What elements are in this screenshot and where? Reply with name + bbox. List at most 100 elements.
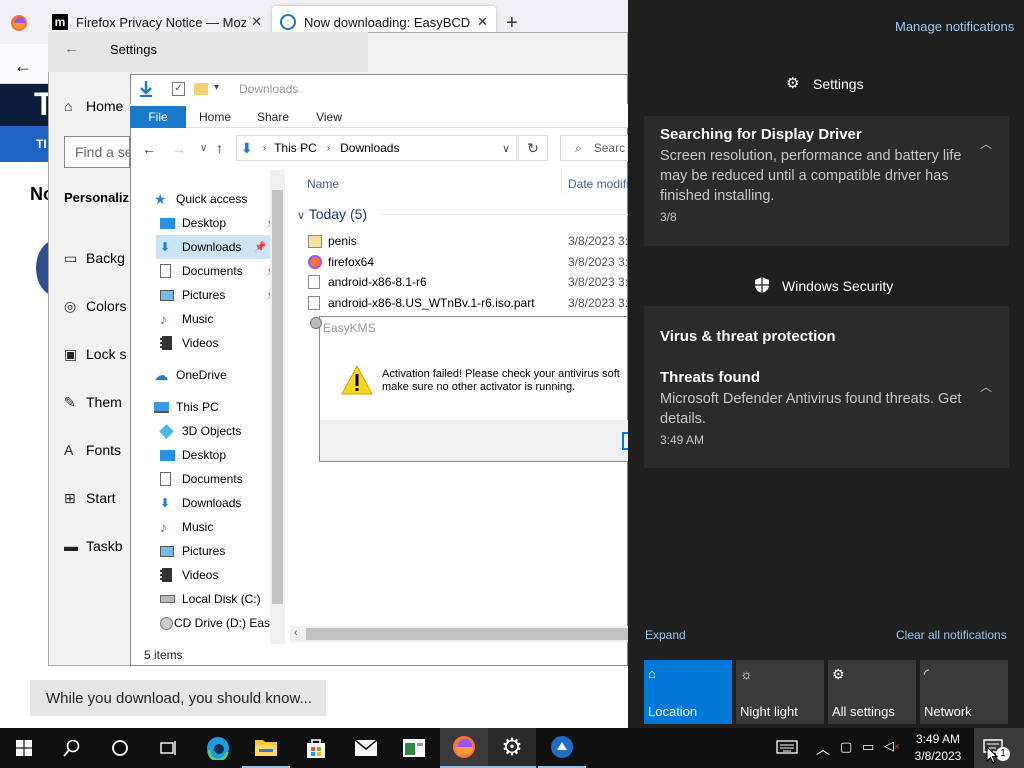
collapse-chevron-icon[interactable]: ︿	[980, 378, 992, 395]
horizontal-scrollbar-thumb[interactable]	[306, 628, 628, 640]
settings-item-fonts[interactable]: A Fonts	[64, 440, 121, 460]
music-icon: ♪	[160, 519, 167, 535]
nav-pc-desktop[interactable]: Desktop	[160, 443, 226, 467]
expand-quick-actions-link[interactable]: Expand	[645, 628, 686, 642]
file-row[interactable]: penis	[308, 231, 357, 251]
download-banner[interactable]: While you download, you should know...	[30, 680, 326, 716]
refresh-icon[interactable]: ↻	[518, 135, 548, 161]
action-center-button[interactable]: 1	[974, 728, 1024, 768]
settings-item-taskbar[interactable]: ▬ Taskb	[64, 536, 123, 556]
taskbar-app-window[interactable]	[390, 728, 438, 768]
group-header-today[interactable]: ∨ Today (5)	[297, 206, 367, 222]
settings-item-colors[interactable]: ◎ Colors	[64, 296, 126, 316]
nav-pc-3d-objects[interactable]: 3D Objects	[159, 419, 241, 443]
explorer-search-input[interactable]: ⌕ Searc	[560, 135, 628, 161]
nav-pc-downloads[interactable]: ⬇ Downloads	[160, 491, 241, 515]
column-header-name[interactable]: Name	[307, 177, 339, 191]
pictures-icon	[160, 289, 174, 301]
nav-this-pc[interactable]: This PC	[154, 395, 219, 419]
properties-checkbox-icon[interactable]: ✓	[172, 82, 185, 96]
settings-item-themes[interactable]: ✎ Them	[64, 392, 122, 412]
taskbar-mail[interactable]	[342, 728, 390, 768]
taskbar-store[interactable]	[292, 728, 340, 768]
settings-item-lockscreen[interactable]: ▣ Lock s	[64, 344, 126, 364]
mouse-cursor-icon	[986, 746, 998, 764]
drive-icon	[160, 595, 175, 603]
settings-item-background[interactable]: ▭ Backg	[64, 248, 125, 268]
task-view-icon	[160, 741, 176, 755]
breadcrumb-this-pc[interactable]: This PC	[274, 141, 317, 155]
scroll-left-icon[interactable]: ‹	[294, 627, 298, 639]
taskbar-edge[interactable]	[194, 728, 242, 768]
start-button[interactable]	[0, 728, 48, 768]
cube-icon	[159, 423, 174, 439]
settings-item-start[interactable]: ⊞ Start	[64, 488, 116, 508]
new-folder-icon[interactable]	[194, 83, 208, 95]
task-view-button[interactable]	[144, 728, 192, 768]
column-header-date[interactable]: Date modifi	[568, 177, 629, 191]
file-row[interactable]: android-x86-8.US_WTnBv.1-r6.iso.part	[308, 293, 535, 313]
nav-quick-downloads[interactable]: ⬇ Downloads 📌	[156, 235, 270, 259]
ribbon-tab-home[interactable]: Home	[192, 106, 238, 128]
network-tray-icon[interactable]: ▭	[862, 739, 874, 755]
nav-scrollbar-thumb[interactable]	[272, 190, 283, 604]
firefox-icon[interactable]	[10, 14, 28, 32]
recent-dropdown-icon[interactable]: ∨	[200, 143, 207, 154]
nav-pc-videos[interactable]: Videos	[160, 563, 218, 587]
qat-dropdown-icon[interactable]: ▾	[214, 82, 219, 93]
nav-quick-access[interactable]: ★ Quick access	[154, 187, 247, 211]
nav-onedrive[interactable]: ☁ OneDrive	[154, 363, 227, 387]
explorer-forward-icon[interactable]: →	[172, 141, 186, 157]
nav-pc-music[interactable]: ♪ Music	[160, 515, 213, 539]
explorer-back-icon[interactable]: ←	[142, 141, 156, 157]
breadcrumb-downloads[interactable]: Downloads	[340, 141, 399, 155]
taskbar-settings[interactable]: ⚙	[488, 728, 536, 768]
nav-pc-pictures[interactable]: Pictures	[160, 539, 225, 563]
up-arrow-icon[interactable]: ↑	[216, 140, 223, 156]
nav-pc-cd-drive[interactable]: CD Drive (D:) Eas	[160, 611, 270, 635]
nav-quick-desktop[interactable]: Desktop📌	[160, 211, 278, 235]
file-row[interactable]: android-x86-8.1-r6	[308, 272, 427, 292]
quick-action-night-light[interactable]: ☼ Night light	[736, 660, 824, 724]
notification-body: Microsoft Defender Antivirus found threa…	[660, 391, 962, 427]
clear-all-notifications-link[interactable]: Clear all notifications	[896, 628, 1007, 642]
keyboard-icon[interactable]	[776, 740, 798, 754]
address-bar[interactable]: ⬇ › This PC › Downloads ∨	[236, 135, 517, 161]
taskbar-icon: ▬	[64, 538, 78, 554]
nav-quick-music[interactable]: ♪ Music	[160, 307, 213, 331]
show-hidden-icons-chevron[interactable]: ︿	[816, 739, 830, 759]
meet-now-icon[interactable]: ▢	[840, 739, 852, 755]
collapse-chevron-icon[interactable]: ︿	[980, 135, 992, 152]
ribbon-tab-share[interactable]: Share	[250, 106, 296, 128]
nav-pc-documents[interactable]: Documents	[160, 467, 243, 491]
address-dropdown-icon[interactable]: ∨	[502, 142, 510, 155]
quick-action-all-settings[interactable]: ⚙ All settings	[828, 660, 916, 724]
nav-pc-local-disk[interactable]: Local Disk (C:)	[160, 587, 261, 611]
file-date: 3/8/2023 3:4	[568, 296, 635, 310]
taskbar-search-button[interactable]	[48, 728, 96, 768]
quick-action-network[interactable]: ◜ Network	[920, 660, 1008, 724]
settings-back-icon[interactable]: ←	[64, 40, 79, 57]
clock-date[interactable]: 3/8/2023	[910, 749, 966, 763]
file-row[interactable]: firefox64	[308, 252, 374, 272]
taskbar-easybcd[interactable]	[538, 728, 586, 768]
close-tab-icon[interactable]: ✕	[477, 14, 488, 30]
clock-time[interactable]: 3:49 AM	[910, 732, 966, 746]
breadcrumb-separator-icon: ›	[326, 142, 331, 154]
brush-icon: ✎	[64, 393, 76, 410]
quick-action-location[interactable]: ⌂ Location	[644, 660, 732, 724]
ribbon-tab-view[interactable]: View	[306, 106, 352, 128]
close-tab-icon[interactable]: ✕	[251, 14, 262, 30]
taskbar-file-explorer[interactable]	[242, 728, 290, 768]
nav-quick-documents[interactable]: Documents📌	[160, 259, 278, 283]
ribbon-tab-file[interactable]: File	[130, 106, 186, 128]
nav-quick-videos[interactable]: Videos	[160, 331, 218, 355]
nav-quick-pictures[interactable]: Pictures📌	[160, 283, 278, 307]
settings-item-home[interactable]: ⌂ Home	[64, 96, 123, 116]
back-arrow-icon[interactable]: ←	[14, 56, 32, 77]
volume-muted-icon[interactable]: ◁×	[884, 738, 900, 754]
taskbar-firefox[interactable]	[440, 728, 488, 768]
settings-search-input[interactable]: Find a se	[64, 136, 130, 168]
manage-notifications-link[interactable]: Manage notifications	[895, 19, 1014, 34]
cortana-button[interactable]	[96, 728, 144, 768]
